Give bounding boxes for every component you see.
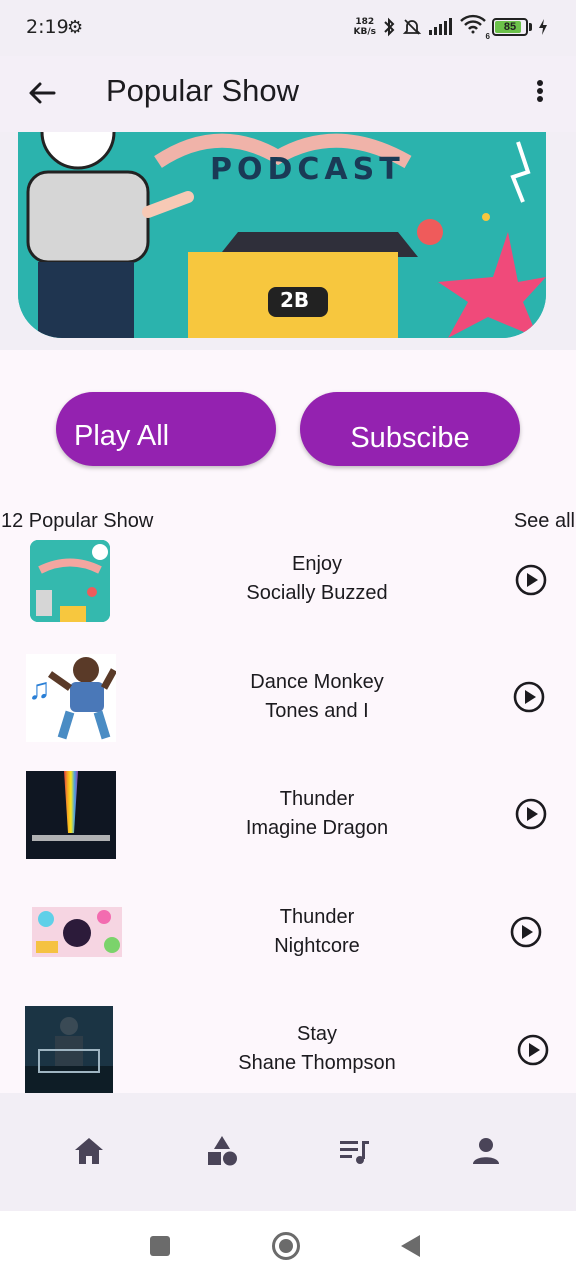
more-vert-icon [537, 80, 543, 102]
play-all-button[interactable]: Play All [56, 392, 276, 466]
play-button[interactable] [512, 680, 546, 714]
settings-gear-icon: ⚙ [67, 17, 84, 37]
more-options-button[interactable] [518, 74, 558, 114]
back-button[interactable] [22, 74, 62, 114]
list-item[interactable]: Enjoy Socially Buzzed [0, 538, 576, 638]
track-list: Enjoy Socially Buzzed ♫ Dance Monkey Ton… [0, 538, 576, 1093]
circle-icon [272, 1232, 300, 1260]
net-speed: 182 KB/s [354, 17, 376, 37]
status-icons: 182 KB/s 6 85 [354, 14, 548, 41]
system-navigation [0, 1211, 576, 1280]
track-title: Thunder [279, 906, 355, 928]
triangle-back-icon [401, 1235, 420, 1257]
nav-home[interactable] [71, 1133, 107, 1169]
bottom-navigation [0, 1093, 576, 1211]
section-header: 12 Popular Show See all [0, 510, 576, 536]
play-button[interactable] [514, 797, 548, 831]
recents-button[interactable] [145, 1231, 175, 1261]
square-icon [150, 1236, 170, 1256]
battery-tip [529, 22, 532, 31]
list-item[interactable]: Thunder Imagine Dragon [0, 770, 576, 870]
play-circle-icon [517, 1034, 549, 1066]
play-circle-icon [513, 681, 545, 713]
list-item[interactable]: Thunder Nightcore [0, 888, 576, 988]
track-info: Thunder Imagine Dragon [200, 785, 434, 843]
hero-badge-text: 2B [280, 288, 310, 312]
section-title: 12 Popular Show [1, 510, 154, 532]
app-bar: Popular Show [0, 56, 576, 132]
bluetooth-icon [384, 17, 395, 36]
track-artist: Socially Buzzed [246, 582, 388, 604]
track-info: Dance Monkey Tones and I [200, 668, 434, 726]
track-thumbnail [30, 540, 110, 622]
battery-icon: 85 [492, 17, 528, 36]
category-icon [208, 1136, 237, 1166]
net-speed-value: 182 [355, 16, 375, 27]
wifi-sub: 6 [485, 32, 490, 41]
status-time: 2:19 [26, 16, 69, 38]
queue-music-icon [340, 1141, 369, 1164]
play-button[interactable] [514, 563, 548, 597]
play-circle-icon [515, 564, 547, 596]
track-artist: Shane Thompson [238, 1052, 396, 1074]
track-thumbnail [25, 1006, 113, 1093]
track-title: Dance Monkey [250, 671, 384, 693]
arrow-back-icon [29, 82, 56, 104]
nav-category[interactable] [204, 1133, 240, 1169]
list-item[interactable]: Stay Shane Thompson [0, 1005, 576, 1093]
track-info: Stay Shane Thompson [200, 1020, 434, 1078]
person-icon [473, 1138, 499, 1164]
track-info: Enjoy Socially Buzzed [200, 550, 434, 608]
nav-queue[interactable] [337, 1133, 373, 1169]
net-speed-unit: KB/s [353, 26, 376, 37]
track-title: Thunder [279, 788, 355, 810]
notifications-off-icon [402, 18, 422, 35]
home-button[interactable] [271, 1231, 301, 1261]
track-thumbnail [26, 771, 116, 859]
status-bar: 2:19 ⚙ 182 KB/s 6 85 [0, 0, 576, 56]
play-button[interactable] [509, 915, 543, 949]
hero-banner: PODCAST 2B [0, 132, 576, 350]
page-title: Popular Show [106, 73, 300, 108]
track-info: Thunder Nightcore [200, 903, 434, 961]
nav-profile[interactable] [468, 1133, 504, 1169]
play-button[interactable] [516, 1033, 550, 1067]
track-thumbnail: ♫ [26, 654, 116, 742]
track-title: Stay [296, 1023, 338, 1045]
svg-text:♫: ♫ [28, 673, 51, 706]
track-artist: Imagine Dragon [245, 817, 389, 839]
track-title: Enjoy [291, 553, 343, 575]
charging-icon [539, 18, 547, 35]
podcast-cover-image: PODCAST 2B [18, 132, 546, 338]
list-item[interactable]: ♫ Dance Monkey Tones and I [0, 654, 576, 754]
track-thumbnail [32, 907, 122, 957]
wifi-icon: 6 [460, 14, 490, 41]
see-all-link[interactable]: See all [514, 510, 575, 533]
track-artist: Nightcore [274, 935, 360, 957]
play-circle-icon [515, 798, 547, 830]
back-nav-button[interactable] [396, 1231, 426, 1261]
home-icon [75, 1138, 103, 1164]
hero-image-text: PODCAST [210, 152, 405, 187]
track-artist: Tones and I [265, 700, 369, 722]
signal-icon [429, 17, 452, 35]
subscribe-button[interactable]: Subscibe [300, 392, 520, 466]
play-circle-icon [510, 916, 542, 948]
battery-level: 85 [503, 20, 517, 33]
